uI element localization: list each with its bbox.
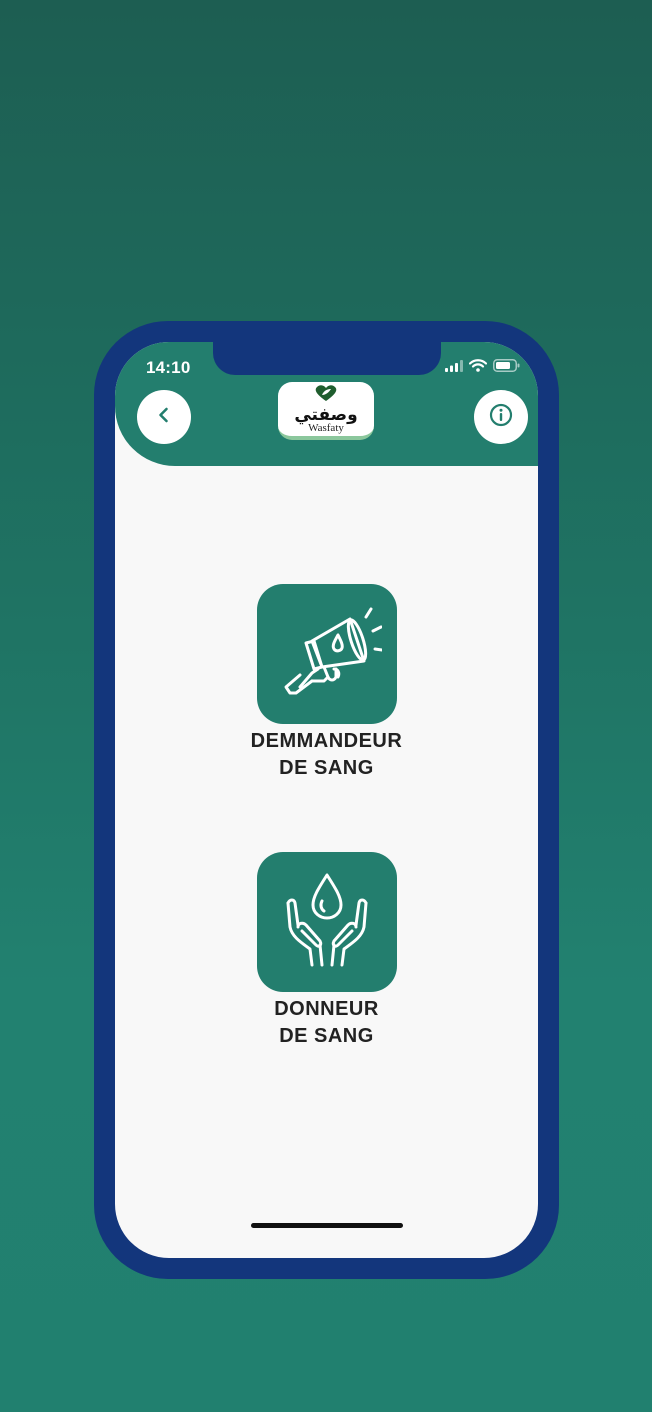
hands-blood-drop-icon <box>272 865 382 980</box>
status-icons <box>445 359 520 377</box>
device-notch <box>213 342 441 375</box>
blood-requester-tile[interactable] <box>256 584 397 724</box>
wifi-icon <box>468 359 488 377</box>
status-time: 14:10 <box>146 358 191 377</box>
blood-requester-option[interactable]: DEMMANDEUR DE SANG <box>115 584 538 782</box>
megaphone-blood-drop-icon <box>272 597 383 712</box>
app-header: 14:10 وصفتي Wasfaty <box>115 342 538 466</box>
info-button[interactable] <box>474 390 528 444</box>
heart-leaf-icon <box>313 384 339 407</box>
home-indicator[interactable] <box>251 1223 403 1228</box>
blood-donor-tile[interactable] <box>256 852 397 992</box>
blood-donor-option[interactable]: DONNEUR DE SANG <box>115 852 538 1050</box>
blood-requester-label: DEMMANDEUR DE SANG <box>250 730 403 779</box>
battery-icon <box>493 359 520 377</box>
blood-donor-label: DONNEUR DE SANG <box>274 998 379 1047</box>
logo-latin-text: Wasfaty <box>308 422 344 434</box>
wasfaty-logo: وصفتي Wasfaty <box>278 382 374 440</box>
app-screen: 14:10 وصفتي Wasfaty DEMMANDEUR DE SANG D… <box>115 342 538 1258</box>
phone-frame: 14:10 وصفتي Wasfaty DEMMANDEUR DE SANG D… <box>94 321 559 1279</box>
back-button[interactable] <box>137 390 191 444</box>
chevron-left-icon <box>154 405 174 430</box>
info-circle-icon <box>489 403 513 432</box>
signal-icon <box>445 359 463 377</box>
